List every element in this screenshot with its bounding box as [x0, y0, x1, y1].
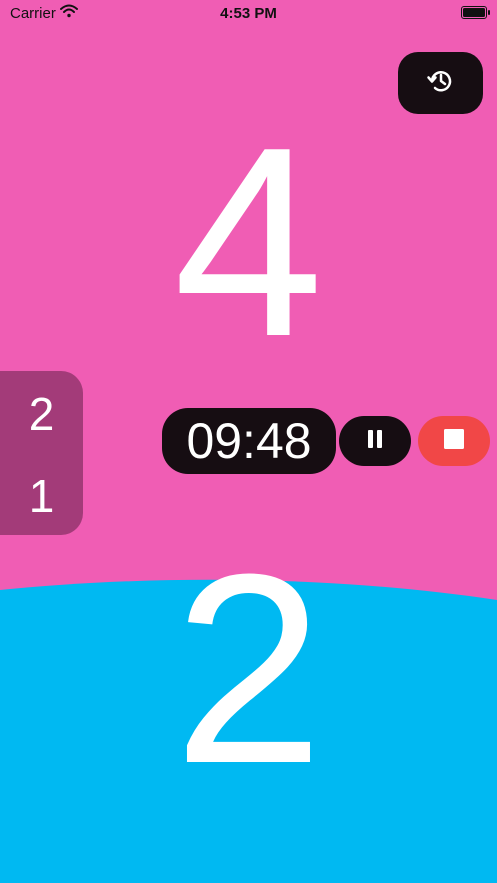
status-bar: Carrier 4:53 PM: [0, 0, 497, 26]
stop-button[interactable]: [418, 416, 490, 466]
sets-panel[interactable]: 2 1: [0, 371, 83, 535]
battery-icon: [461, 6, 490, 19]
pause-button[interactable]: [339, 416, 411, 466]
pause-icon: [362, 426, 388, 457]
status-time: 4:53 PM: [220, 5, 277, 22]
history-button[interactable]: [398, 52, 483, 114]
bottom-team-score[interactable]: 2: [0, 535, 497, 805]
bottom-team-sets: 1: [28, 470, 55, 522]
stop-icon: [443, 428, 465, 455]
history-icon: [426, 66, 456, 101]
top-team-score[interactable]: 4: [0, 108, 497, 378]
top-team-sets: 2: [28, 388, 55, 440]
match-timer: 09:48: [162, 408, 336, 474]
